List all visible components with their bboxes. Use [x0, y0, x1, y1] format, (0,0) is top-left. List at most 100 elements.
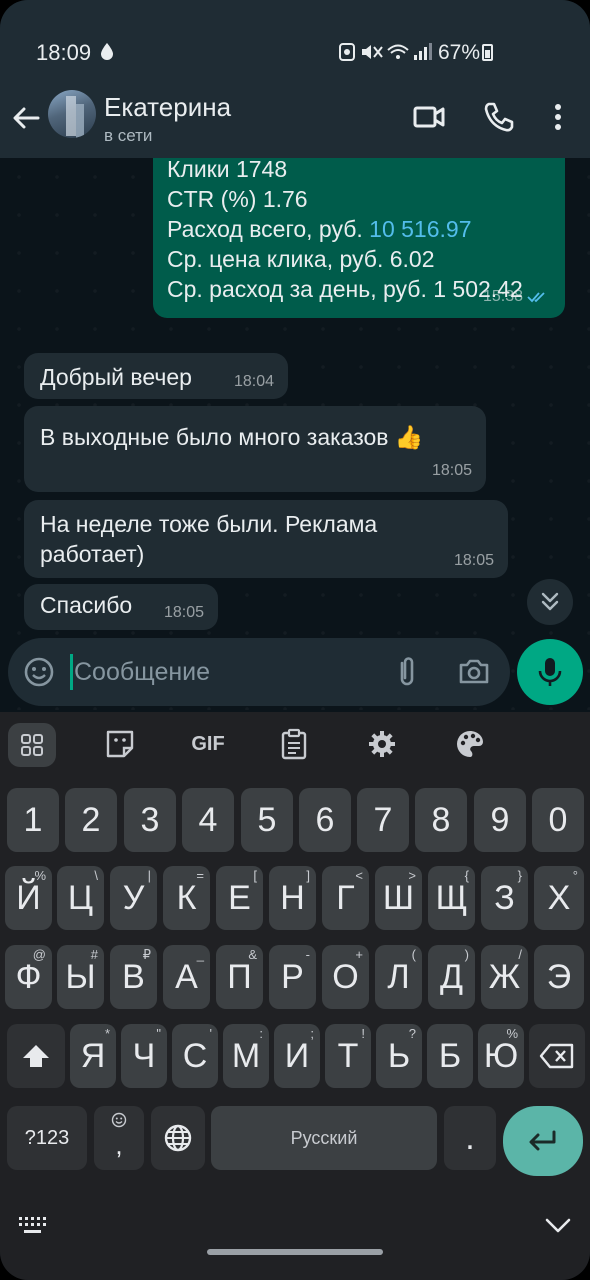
- sticker-button[interactable]: [98, 724, 142, 764]
- key-letter[interactable]: Г <: [322, 866, 369, 930]
- key-letter[interactable]: Н]: [269, 866, 316, 930]
- language-key[interactable]: [151, 1106, 205, 1170]
- symbols-key[interactable]: ?123: [7, 1106, 87, 1170]
- emoji-icon[interactable]: [22, 655, 56, 689]
- key-alt: _: [196, 947, 204, 962]
- read-ticks-icon: [527, 292, 545, 303]
- key-label: К: [176, 878, 197, 917]
- key-0[interactable]: 0: [532, 788, 584, 852]
- key-label: Й: [16, 878, 41, 917]
- incoming-message[interactable]: В выходные было много заказов 👍 18:05: [24, 406, 486, 492]
- message-text: Расход всего, руб.: [167, 216, 363, 242]
- key-7[interactable]: 7: [357, 788, 409, 852]
- key-letter[interactable]: У |: [110, 866, 157, 930]
- contact-name[interactable]: Екатерина: [104, 92, 231, 123]
- video-call-icon[interactable]: [412, 100, 446, 134]
- keyboard-switcher-icon[interactable]: [18, 1216, 48, 1236]
- key-letter[interactable]: С ': [172, 1024, 218, 1088]
- key-alt: {: [464, 868, 469, 883]
- scroll-to-bottom-button[interactable]: [527, 579, 573, 625]
- chat-area[interactable]: Клики 1748 CTR (%) 1.76 Расход всего, ру…: [0, 158, 590, 710]
- key-letter[interactable]: К =: [163, 866, 210, 930]
- apps-grid-button[interactable]: [8, 723, 56, 767]
- key-letter[interactable]: Щ{: [428, 866, 475, 930]
- comma-key[interactable]: ,: [94, 1106, 144, 1170]
- key-letter[interactable]: Л(: [375, 945, 422, 1009]
- enter-key[interactable]: [503, 1106, 583, 1176]
- status-time: 18:09: [36, 40, 92, 65]
- attach-icon[interactable]: [392, 655, 422, 689]
- status-bar: 18:09 67%: [0, 0, 590, 80]
- voice-message-button[interactable]: [517, 639, 583, 705]
- key-9[interactable]: 9: [474, 788, 526, 852]
- phone-call-icon[interactable]: [482, 100, 516, 134]
- key-alt: :: [259, 1026, 263, 1041]
- message-input[interactable]: Сообщение: [74, 658, 210, 687]
- key-alt: ;: [310, 1026, 314, 1041]
- key-label: Я: [80, 1036, 106, 1075]
- key-letter[interactable]: Р-: [269, 945, 316, 1009]
- key-letter[interactable]: Е[: [216, 866, 263, 930]
- key-alt: -: [305, 947, 310, 962]
- message-time: 15:38: [482, 288, 523, 305]
- key-label: Ш: [382, 878, 415, 917]
- grid-icon: [21, 734, 43, 756]
- key-6[interactable]: 6: [299, 788, 351, 852]
- incoming-message[interactable]: На неделе тоже были. Реклама работает) 1…: [24, 500, 508, 578]
- outgoing-message[interactable]: Клики 1748 CTR (%) 1.76 Расход всего, ру…: [153, 158, 565, 318]
- settings-button[interactable]: [360, 724, 404, 764]
- key-letter[interactable]: П &: [216, 945, 263, 1009]
- key-letter[interactable]: Х °: [534, 866, 584, 930]
- key-letter[interactable]: Б: [427, 1024, 473, 1088]
- key-letter[interactable]: Ю%: [478, 1024, 524, 1088]
- key-letter[interactable]: Ж /: [481, 945, 528, 1009]
- key-letter[interactable]: О +: [322, 945, 369, 1009]
- key-letter[interactable]: В ₽: [110, 945, 157, 1009]
- incoming-message[interactable]: Спасибо 18:05: [24, 584, 218, 630]
- battery-icon: [482, 44, 493, 61]
- key-letter[interactable]: А _: [163, 945, 210, 1009]
- backspace-key[interactable]: [529, 1024, 585, 1088]
- more-options-icon[interactable]: [541, 100, 575, 134]
- theme-button[interactable]: [448, 724, 492, 764]
- home-indicator[interactable]: [207, 1249, 383, 1255]
- clipboard-button[interactable]: [272, 724, 316, 764]
- key-letter[interactable]: Ц \: [57, 866, 104, 930]
- key-8[interactable]: 8: [415, 788, 467, 852]
- key-letter[interactable]: Т!: [325, 1024, 371, 1088]
- key-letter[interactable]: Я *: [70, 1024, 116, 1088]
- text-cursor: [70, 654, 73, 690]
- shift-key[interactable]: [7, 1024, 65, 1088]
- key-letter[interactable]: Ь?: [376, 1024, 422, 1088]
- key-3[interactable]: 3: [124, 788, 176, 852]
- key-letter[interactable]: Ы #: [57, 945, 104, 1009]
- key-label: Д: [439, 957, 464, 996]
- incoming-message[interactable]: Добрый вечер 18:04: [24, 353, 288, 399]
- recycle-icon: [339, 43, 355, 61]
- key-2[interactable]: 2: [65, 788, 117, 852]
- clipboard-icon: [281, 728, 307, 760]
- phone-number-link[interactable]: 10 516.97: [369, 216, 471, 242]
- key-letter[interactable]: М:: [223, 1024, 269, 1088]
- key-letter[interactable]: Й%: [5, 866, 52, 930]
- key-letter[interactable]: Ч ": [121, 1024, 167, 1088]
- key-4[interactable]: 4: [182, 788, 234, 852]
- key-5[interactable]: 5: [241, 788, 293, 852]
- period-key[interactable]: .: [444, 1106, 496, 1170]
- key-letter[interactable]: Д): [428, 945, 475, 1009]
- gif-button[interactable]: GIF: [186, 724, 230, 764]
- key-label: П: [227, 957, 252, 996]
- key-letter[interactable]: Э: [534, 945, 584, 1009]
- camera-icon[interactable]: [458, 656, 490, 686]
- key-letter[interactable]: И;: [274, 1024, 320, 1088]
- palette-icon: [457, 731, 483, 757]
- key-letter[interactable]: Ф @: [5, 945, 52, 1009]
- space-key[interactable]: Русский: [211, 1106, 437, 1170]
- key-letter[interactable]: Ш >: [375, 866, 422, 930]
- key-1[interactable]: 1: [7, 788, 59, 852]
- key-letter[interactable]: З}: [481, 866, 528, 930]
- contact-avatar[interactable]: [48, 90, 96, 138]
- back-arrow-icon[interactable]: [10, 102, 42, 134]
- hide-keyboard-icon[interactable]: [543, 1216, 573, 1236]
- water-drop-icon: [101, 43, 113, 60]
